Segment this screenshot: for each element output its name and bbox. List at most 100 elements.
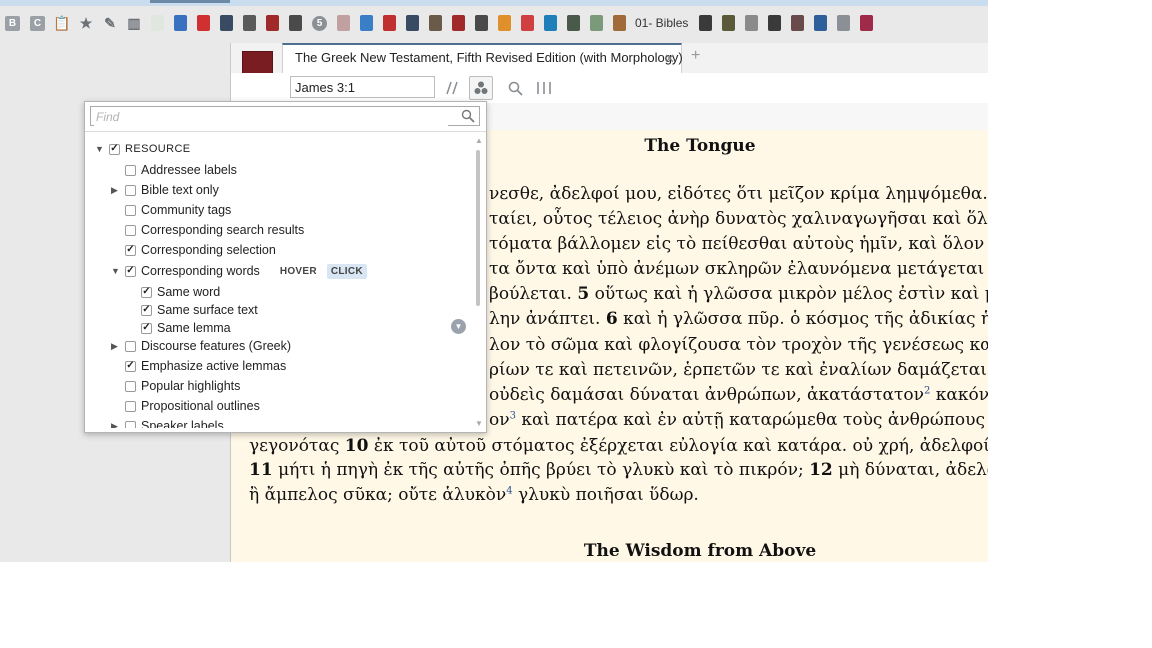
checkbox[interactable] (109, 143, 120, 155)
visual-filters-icon[interactable] (469, 76, 493, 100)
pen-icon[interactable]: ✎ (103, 15, 117, 31)
scroll-up-icon[interactable]: ▲ (475, 136, 483, 145)
popup-scrollbar[interactable]: ▲ ▼ (475, 136, 483, 428)
collapse-arrow-icon[interactable]: ▼ (111, 266, 120, 276)
book-icon[interactable] (590, 15, 603, 31)
tree-item[interactable]: ▼ Corresponding words HOVER CLICK (111, 262, 367, 280)
checkbox[interactable] (141, 322, 152, 334)
book-icon[interactable] (860, 15, 874, 31)
clipboard-icon[interactable]: 📋 (53, 15, 70, 31)
book-icon[interactable] (722, 15, 736, 31)
expand-arrow-icon[interactable]: ▶ (111, 185, 118, 196)
click-pill[interactable]: CLICK (326, 263, 367, 279)
parallel-icon[interactable] (441, 76, 465, 100)
book-icon[interactable] (699, 15, 713, 31)
checkbox[interactable] (125, 360, 136, 372)
tree-item[interactable]: Community tags (125, 201, 231, 219)
book-icon[interactable] (406, 15, 419, 31)
b-badge[interactable]: B (5, 15, 20, 31)
tree-item[interactable]: Propositional outlines (125, 397, 260, 415)
scroll-down-icon[interactable]: ▼ (475, 419, 483, 428)
book-icon[interactable] (289, 15, 302, 31)
tree-item[interactable]: ▶ Discourse features (Greek) (111, 337, 291, 355)
scroll-more-icon[interactable]: ▼ (451, 319, 466, 334)
text-line[interactable]: λην ἀνάπτει. 6 καὶ ἡ γλῶσσα πῦρ. ὁ κόσμο… (489, 309, 988, 329)
book-icon[interactable] (383, 15, 396, 31)
book-icon[interactable] (337, 15, 350, 31)
expand-arrow-icon[interactable]: ▶ (111, 421, 118, 429)
resource-tab[interactable]: The Greek New Testament, Fifth Revised E… (282, 43, 683, 73)
text-line[interactable]: λον τὸ σῶμα καὶ φλογίζουσα τὸν τροχὸν τῆ… (489, 335, 988, 355)
tree-item[interactable]: Same lemma (141, 319, 231, 337)
scrollbar-thumb[interactable] (476, 150, 480, 306)
checkbox[interactable] (125, 164, 136, 176)
book-icon[interactable] (544, 15, 557, 31)
book-icon[interactable] (768, 15, 782, 31)
expand-arrow-icon[interactable]: ▶ (111, 341, 118, 352)
text-line[interactable]: βούλεται. 5 οὕτως καὶ ἡ γλῶσσα μικρὸν μέ… (489, 284, 988, 304)
book-icon[interactable] (266, 15, 279, 31)
reference-box[interactable]: James 3:1 (290, 76, 435, 98)
tree-item[interactable]: Addressee labels (125, 161, 237, 179)
checkbox[interactable] (125, 420, 136, 428)
tree-root-resource[interactable]: ▼ RESOURCE (95, 140, 191, 158)
search-icon[interactable] (503, 76, 527, 100)
checkbox[interactable] (141, 286, 152, 298)
book-icon[interactable] (429, 15, 442, 31)
book-icon[interactable] (837, 15, 851, 31)
book-icon[interactable] (243, 15, 256, 31)
tree-item[interactable]: ▶ Speaker labels (111, 417, 224, 428)
star-icon[interactable]: ★ (79, 15, 93, 31)
tree-item[interactable]: Corresponding selection (125, 241, 276, 259)
book-icon[interactable] (567, 15, 580, 31)
text-line[interactable]: ταίει, οὗτος τέλειος ἀνὴρ δυνατὸς χαλινα… (489, 209, 988, 229)
text-line[interactable]: ον3 καὶ πατέρα καὶ ἐν αὐτῇ καταρώμεθα το… (489, 410, 988, 430)
book-icon[interactable] (521, 15, 534, 31)
tree-item[interactable]: Popular highlights (125, 377, 240, 395)
find-input[interactable] (94, 108, 448, 126)
book-icon[interactable] (498, 15, 511, 31)
text-line[interactable]: 11 μήτι ἡ πηγὴ ἐκ τῆς αὐτῆς ὀπῆς βρύει τ… (249, 460, 988, 480)
book-icon[interactable] (197, 15, 210, 31)
book-icon[interactable] (745, 15, 759, 31)
text-line[interactable]: γεγονότας 10 ἐκ τοῦ αὐτοῦ στόματος ἐξέρχ… (249, 436, 988, 456)
checkbox[interactable] (125, 244, 136, 256)
five-badge[interactable]: 5 (312, 15, 327, 31)
checkbox[interactable] (125, 204, 136, 216)
books-icon[interactable]: ▥ (127, 15, 141, 31)
text-line[interactable]: νεσθε, ἀδελφοί μου, εἰδότες ὅτι μεῖζον κ… (489, 184, 988, 204)
text-line[interactable]: τα ὄντα καὶ ὑπὸ ἀνέμων σκληρῶν ἐλαυνόμεν… (489, 259, 988, 279)
book-icon[interactable] (220, 15, 233, 31)
checkbox[interactable] (125, 380, 136, 392)
close-tab-icon[interactable]: ✕ (664, 51, 675, 67)
find-field[interactable] (90, 106, 480, 126)
checkbox[interactable] (125, 184, 136, 196)
checkbox[interactable] (141, 304, 152, 316)
hover-pill[interactable]: HOVER (276, 264, 321, 279)
tree-item[interactable]: Emphasize active lemmas (125, 357, 286, 375)
book-icon[interactable] (452, 15, 465, 31)
book-icon[interactable] (151, 15, 164, 31)
tree-item[interactable]: ▶ Bible text only (111, 181, 219, 199)
c-badge[interactable]: C (30, 15, 45, 31)
checkbox[interactable] (125, 400, 136, 412)
text-line[interactable]: ἢ ἄμπελος σῦκα; οὔτε ἁλυκὸν4 γλυκὺ ποιῆσ… (249, 485, 699, 505)
text-line[interactable]: τόματα βάλλομεν εἰς τὸ πείθεσθαι αὐτοὺς … (489, 234, 988, 254)
text-line[interactable]: οὐδεὶς δαμάσαι δύναται ἀνθρώπων, ἀκατάστ… (489, 385, 988, 405)
tree-item[interactable]: Same word (141, 283, 220, 301)
checkbox[interactable] (125, 265, 136, 277)
checkbox[interactable] (125, 340, 136, 352)
text-line[interactable]: ρίων τε καὶ πετεινῶν, ἑρπετῶν τε καὶ ἐνα… (489, 360, 988, 380)
book-icon[interactable] (475, 15, 488, 31)
collapse-arrow-icon[interactable]: ▼ (95, 144, 104, 154)
collection-label[interactable]: 01- Bibles (635, 16, 688, 30)
book-icon[interactable] (791, 15, 805, 31)
book-icon[interactable] (613, 15, 626, 31)
book-icon[interactable] (174, 15, 187, 31)
tree-item[interactable]: Corresponding search results (125, 221, 304, 239)
book-icon[interactable] (814, 15, 828, 31)
book-icon[interactable] (360, 15, 373, 31)
tree-item[interactable]: Same surface text (141, 301, 258, 319)
columns-icon[interactable] (532, 76, 556, 100)
checkbox[interactable] (125, 224, 136, 236)
